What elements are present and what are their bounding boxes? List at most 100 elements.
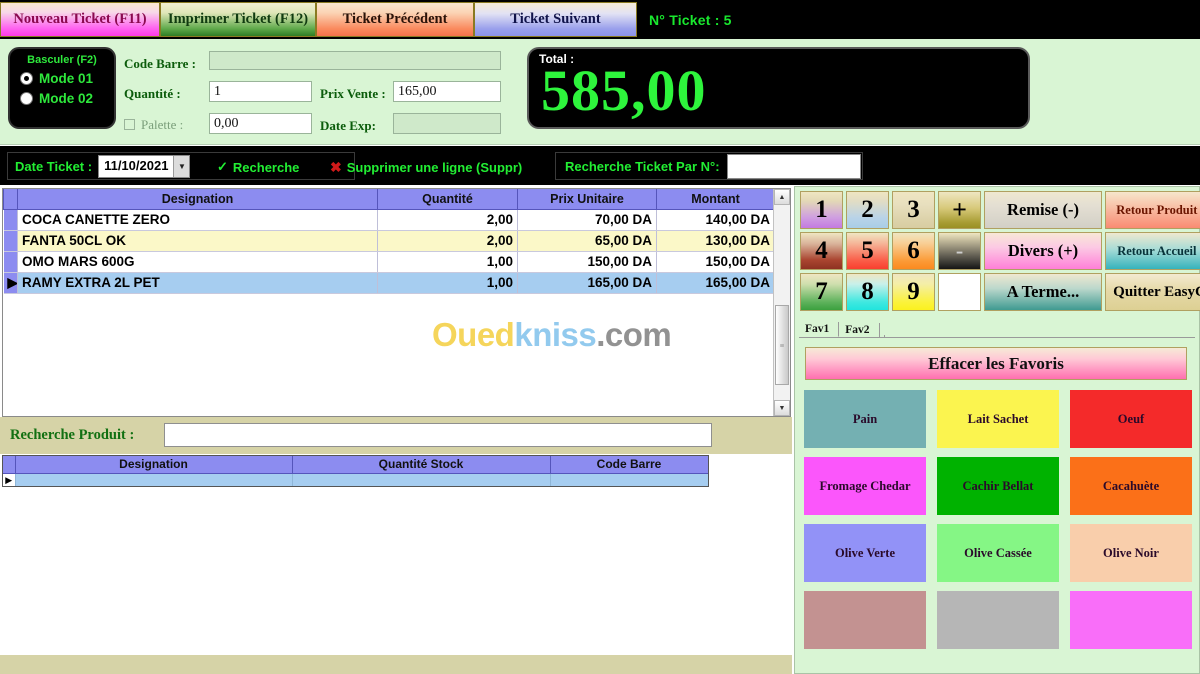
cell-quantite: 1,00 [377,272,518,294]
product-cell-designation [15,473,293,486]
table-row-selected[interactable]: ▶ RAMY EXTRA 2L PET 1,00 165,00 DA 165,0… [3,272,775,294]
product-results-table: Designation Quantité Stock Code Barre ▶ [3,456,708,486]
favorite-button-olive-noir[interactable]: Olive Noir [1070,524,1192,582]
date-exp-input[interactable] [393,113,501,134]
favorite-button-lait-sachet[interactable]: Lait Sachet [937,390,1059,448]
column-header-montant[interactable]: Montant [656,189,775,210]
ticket-precedent-button[interactable]: Ticket Précédent [316,2,474,37]
keypad-key-1[interactable]: 1 [800,191,843,229]
date-exp-label: Date Exp: [320,118,376,133]
prix-vente-label: Prix Vente : [320,86,386,101]
recherche-produit-label: Recherche Produit : [10,427,135,443]
nouveau-ticket-button[interactable]: Nouveau Ticket (F11) [0,2,160,37]
recherche-button[interactable]: ✓ Recherche [217,159,299,175]
product-empty-row[interactable]: ▶ [3,473,708,486]
date-ticket-value: 11/10/2021 [104,157,169,173]
grid-vertical-scrollbar[interactable]: ▲ ≡ ▼ [773,189,790,416]
favorite-button-olive-cassee[interactable]: Olive Cassée [937,524,1059,582]
retour-produit-button[interactable]: Retour Produit (F3) [1105,191,1200,229]
keypad-key-4[interactable]: 4 [800,232,843,270]
favorite-button-empty-2[interactable] [937,591,1059,649]
product-column-header-designation[interactable]: Designation [15,456,293,474]
column-header-prix-unitaire[interactable]: Prix Unitaire [517,189,657,210]
code-barre-label: Code Barre : [124,56,196,71]
numeric-keypad: 1 2 3 + Remise (-) Retour Produit (F3) 4… [800,191,1200,313]
favorite-button-oeuf[interactable]: Oeuf [1070,390,1192,448]
mode-02-option[interactable]: Mode 02 [20,91,114,106]
favorite-button-empty-1[interactable] [804,591,926,649]
favorite-button-cacahuete[interactable]: Cacahuète [1070,457,1192,515]
recherche-ticket-input[interactable] [726,153,861,179]
cell-prix-unitaire: 165,00 DA [517,272,657,294]
table-row[interactable]: COCA CANETTE ZERO 2,00 70,00 DA 140,00 D… [3,209,775,231]
cell-prix-unitaire: 70,00 DA [517,209,657,231]
total-amount: 585,00 [541,58,707,123]
supprimer-ligne-label: Supprimer une ligne (Suppr) [346,160,523,175]
product-row-indicator: ▶ [3,473,16,486]
keypad-key-6[interactable]: 6 [892,232,935,270]
cell-quantite: 2,00 [377,230,518,252]
prix-vente-input[interactable] [393,81,501,102]
palette-checkbox[interactable] [124,119,135,130]
tab-fav1[interactable]: Fav1 [799,322,840,337]
favorite-button-olive-verte[interactable]: Olive Verte [804,524,926,582]
palette-label: Palette : [141,117,184,132]
effacer-favoris-button[interactable]: Effacer les Favoris [805,347,1187,380]
table-header-row: Designation Quantité Prix Unitaire Monta… [3,189,775,210]
keypad-key-9[interactable]: 9 [892,273,935,311]
mode-selector-title: Basculer (F2) [27,54,97,66]
table-row[interactable]: FANTA 50CL OK 2,00 65,00 DA 130,00 DA [3,230,775,252]
keypad-key-7[interactable]: 7 [800,273,843,311]
keypad-key-minus[interactable]: - [938,232,981,270]
product-results-grid[interactable]: Designation Quantité Stock Code Barre ▶ [2,455,709,487]
imprimer-ticket-button[interactable]: Imprimer Ticket (F12) [160,2,316,37]
cell-montant: 130,00 DA [656,230,775,252]
favorites-grid: Pain Lait Sachet Oeuf Fromage Chedar Cac… [804,390,1192,652]
retour-accueil-button[interactable]: Retour Accueil (F1) [1105,232,1200,270]
recherche-produit-input[interactable] [164,423,712,447]
radio-unselected-icon [20,92,33,105]
keypad-key-plus[interactable]: + [938,191,981,229]
ticket-lines-grid[interactable]: Designation Quantité Prix Unitaire Monta… [2,188,791,417]
supprimer-ligne-button[interactable]: ✖ Supprimer une ligne (Suppr) [330,159,522,176]
cell-prix-unitaire: 150,00 DA [517,251,657,273]
favorite-button-fromage-chedar[interactable]: Fromage Chedar [804,457,926,515]
top-toolbar: Nouveau Ticket (F11) Imprimer Ticket (F1… [0,0,1200,39]
scrollbar-thumb[interactable]: ≡ [775,305,789,385]
row-indicator [3,209,18,231]
quantite-label: Quantité : [124,86,181,101]
tab-fav2[interactable]: Fav2 [839,323,880,337]
total-display-box: Total : 585,00 [527,47,1030,129]
cell-designation: OMO MARS 600G [17,251,378,273]
product-column-header-code-barre[interactable]: Code Barre [550,456,708,474]
code-barre-input[interactable] [209,51,501,70]
cell-montant: 165,00 DA [656,272,775,294]
ticket-number-display: N° Ticket : 5 [637,0,1200,39]
quitter-easycom-button[interactable]: Quitter EasyCom [1105,273,1200,311]
table-row[interactable]: OMO MARS 600G 1,00 150,00 DA 150,00 DA [3,251,775,273]
column-header-designation[interactable]: Designation [17,189,378,210]
favorites-tab-bar: Fav1 Fav2 [799,319,1195,338]
keypad-key-blank[interactable] [938,273,981,311]
divers-button[interactable]: Divers (+) [984,232,1102,270]
quantite-input[interactable] [209,81,312,102]
keypad-key-3[interactable]: 3 [892,191,935,229]
favorite-button-cachir-bellat[interactable]: Cachir Bellat [937,457,1059,515]
scroll-up-arrow-icon[interactable]: ▲ [774,189,790,205]
keypad-key-2[interactable]: 2 [846,191,889,229]
palette-input[interactable] [209,113,312,134]
favorite-button-pain[interactable]: Pain [804,390,926,448]
a-terme-button[interactable]: A Terme... [984,273,1102,311]
product-results-header-row: Designation Quantité Stock Code Barre [3,456,708,474]
date-ticket-dropdown[interactable]: 11/10/2021 ▼ [98,154,191,178]
favorite-button-empty-3[interactable] [1070,591,1192,649]
remise-button[interactable]: Remise (-) [984,191,1102,229]
keypad-key-8[interactable]: 8 [846,273,889,311]
ticket-suivant-button[interactable]: Ticket Suivant [474,2,637,37]
mode-02-label: Mode 02 [39,91,94,106]
product-column-header-quantite-stock[interactable]: Quantité Stock [292,456,551,474]
column-header-quantite[interactable]: Quantité [377,189,518,210]
scroll-down-arrow-icon[interactable]: ▼ [774,400,790,416]
mode-01-option[interactable]: Mode 01 [20,71,114,86]
keypad-key-5[interactable]: 5 [846,232,889,270]
